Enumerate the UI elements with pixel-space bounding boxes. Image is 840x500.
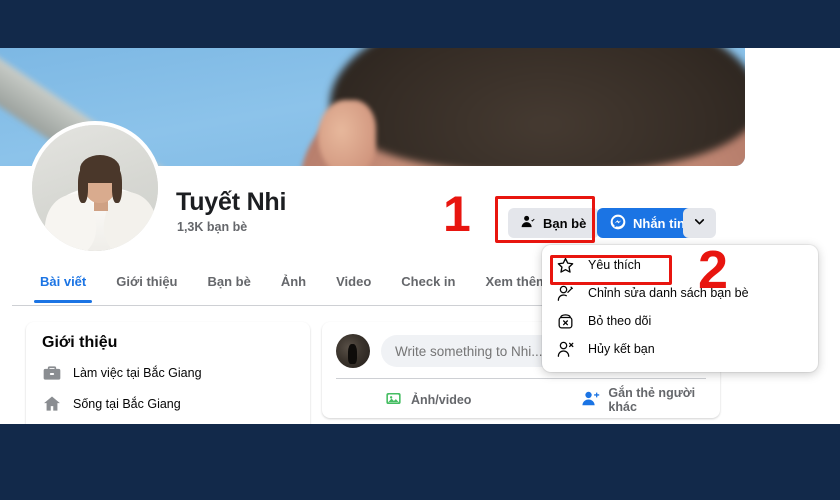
avatar-hair-top: [80, 155, 120, 183]
tab-label: Bài viết: [40, 274, 87, 289]
menu-item-label: Hủy kết bạn: [588, 342, 655, 356]
unfollow-icon: [556, 312, 575, 331]
user-check-icon: [521, 214, 536, 232]
menu-item-huy-ket-ban[interactable]: Hủy kết bạn: [542, 335, 818, 363]
intro-card: Giới thiệu Làm việc tại Bắc Giang Sống t…: [26, 322, 310, 438]
intro-title: Giới thiệu: [42, 334, 118, 351]
tab-gioi-thieu[interactable]: Giới thiệu: [102, 268, 191, 303]
more-options-button[interactable]: [683, 208, 716, 238]
add-photo-video-button[interactable]: Ảnh/video: [384, 389, 471, 411]
tab-label: Giới thiệu: [116, 274, 178, 289]
intro-row-home[interactable]: Sống tại Bắc Giang: [42, 394, 294, 414]
composer-actions: Ảnh/video Gắn thẻ người khác: [322, 379, 720, 414]
tab-label: Check in: [401, 274, 456, 289]
page-title: Tuyết Nhi: [176, 188, 287, 216]
profile-photo-wrapper[interactable]: [28, 121, 162, 255]
tag-person-button[interactable]: Gắn thẻ người khác: [581, 386, 720, 414]
photo-video-icon: [384, 389, 403, 411]
unfriend-icon: [556, 340, 575, 359]
friend-count-label[interactable]: 1,3K bạn bè: [177, 220, 247, 234]
tab-anh[interactable]: Ảnh: [267, 268, 320, 303]
profile-tabs: Bài viết Giới thiệu Bạn bè Ảnh Video Che…: [26, 268, 575, 303]
menu-item-label: Yêu thích: [588, 258, 641, 272]
tab-label: Bạn bè: [207, 274, 251, 289]
screenshot-root: Tuyết Nhi 1,3K bạn bè Bạn bè Nhắn tin Bà…: [0, 0, 840, 500]
intro-row-work[interactable]: Làm việc tại Bắc Giang: [42, 363, 294, 383]
cover-ear: [318, 100, 376, 166]
add-photo-video-label: Ảnh/video: [411, 393, 472, 407]
friends-dropdown-menu: Yêu thích Chỉnh sửa danh sách bạn bè Bỏ …: [542, 245, 818, 372]
profile-photo[interactable]: [28, 121, 162, 255]
composer-avatar[interactable]: [336, 334, 370, 368]
tab-check-in[interactable]: Check in: [387, 268, 469, 303]
tab-label: Xem thêm: [485, 274, 548, 289]
menu-item-label: Bỏ theo dõi: [588, 314, 652, 328]
browser-chrome-top: [0, 0, 840, 48]
edit-friend-list-icon: [556, 284, 575, 303]
tab-label: Video: [336, 274, 372, 289]
cover-hair: [330, 48, 745, 166]
message-button-label: Nhắn tin: [633, 215, 685, 231]
tab-ban-be[interactable]: Bạn bè: [194, 268, 265, 303]
tab-video[interactable]: Video: [322, 268, 385, 303]
menu-item-bo-theo-doi[interactable]: Bỏ theo dõi: [542, 307, 818, 335]
menu-item-yeu-thich[interactable]: Yêu thích: [542, 251, 818, 279]
tabs-divider: [12, 305, 542, 306]
menu-item-chinh-sua-danh-sach[interactable]: Chỉnh sửa danh sách bạn bè: [542, 279, 818, 307]
intro-row-text: Làm việc tại Bắc Giang: [73, 366, 202, 380]
friends-button[interactable]: Bạn bè: [508, 208, 600, 238]
briefcase-icon: [42, 363, 62, 383]
star-icon: [556, 256, 575, 275]
menu-item-label: Chỉnh sửa danh sách bạn bè: [588, 286, 749, 300]
tag-person-label: Gắn thẻ người khác: [608, 386, 696, 414]
home-icon: [42, 394, 62, 414]
intro-row-text: Sống tại Bắc Giang: [73, 397, 181, 411]
chevron-down-icon: [693, 215, 706, 231]
browser-chrome-bottom: [0, 424, 840, 500]
friends-button-label: Bạn bè: [543, 215, 587, 231]
tag-person-icon: [581, 389, 600, 411]
tab-label: Ảnh: [280, 274, 307, 289]
tab-bai-viet[interactable]: Bài viết: [26, 268, 100, 303]
messenger-icon: [610, 214, 626, 233]
